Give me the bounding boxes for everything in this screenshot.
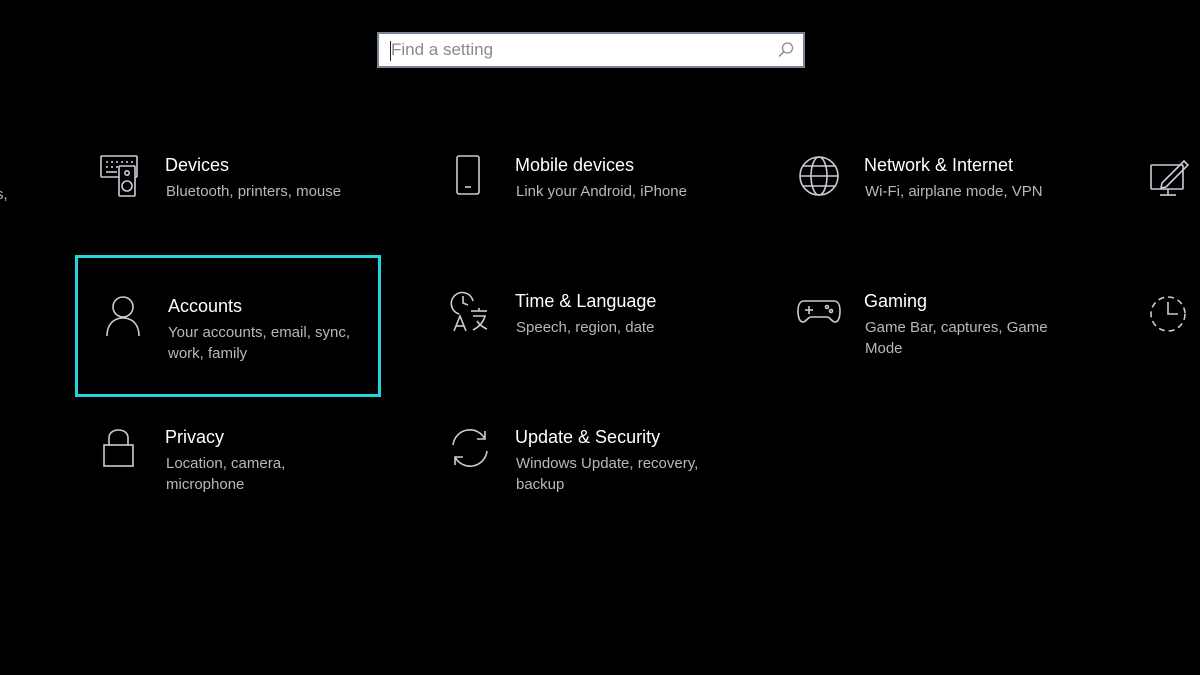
tile-network-internet[interactable]: Network & Internet Wi-Fi, airplane mode,…: [774, 153, 1080, 295]
tile-description: Game Bar, captures, Game Mode: [865, 319, 1048, 357]
search-box[interactable]: [377, 32, 805, 68]
tile-title: Mobile devices: [515, 155, 635, 175]
tile-description: Location, camera, microphone: [166, 455, 286, 493]
pen-tablet-icon: [1148, 157, 1194, 203]
tile-description: Link your Android, iPhone: [516, 183, 687, 200]
tile-title: Time & Language: [515, 291, 657, 311]
settings-home: s, Devices Bluetooth, printers, mouse Mo…: [0, 0, 1200, 675]
tile-description: Windows Update, recovery, backup: [516, 455, 699, 493]
lock-icon: [97, 425, 143, 471]
time-language-icon: [447, 289, 493, 335]
tile-title: Network & Internet: [864, 155, 1014, 175]
tile-title: Gaming: [864, 291, 928, 311]
tile-accounts[interactable]: Accounts Your accounts, email, sync, wor…: [75, 255, 381, 397]
tile-privacy[interactable]: Privacy Location, camera, microphone: [75, 425, 381, 567]
tile-description: Wi-Fi, airplane mode, VPN: [865, 183, 1043, 200]
person-icon: [103, 294, 149, 340]
tile-gaming[interactable]: Gaming Game Bar, captures, Game Mode: [774, 289, 1080, 431]
keyboard-speaker-icon: [97, 153, 143, 199]
tile-title: Privacy: [165, 427, 225, 447]
tile-description: Speech, region, date: [516, 319, 655, 336]
dashed-clock-icon: [1148, 292, 1194, 338]
sync-arrows-icon: [447, 425, 493, 471]
tile-title: Update & Security: [515, 427, 661, 447]
tile-description: Your accounts, email, sync, work, family: [168, 324, 351, 362]
gamepad-icon: [796, 289, 842, 335]
cut-off-tile-description: s,: [0, 186, 8, 203]
tile-title: Accounts: [168, 296, 243, 316]
tile-update-security[interactable]: Update & Security Windows Update, recove…: [425, 425, 731, 567]
tile-mobile-devices[interactable]: Mobile devices Link your Android, iPhone: [425, 153, 731, 295]
tile-time-language[interactable]: Time & Language Speech, region, date: [425, 289, 731, 431]
search-icon[interactable]: [769, 34, 803, 66]
globe-icon: [796, 153, 842, 199]
phone-icon: [447, 153, 493, 199]
tile-description: Bluetooth, printers, mouse: [166, 183, 342, 200]
search-input[interactable]: [379, 34, 769, 66]
tile-title: Devices: [165, 155, 230, 175]
text-caret: [390, 41, 391, 61]
